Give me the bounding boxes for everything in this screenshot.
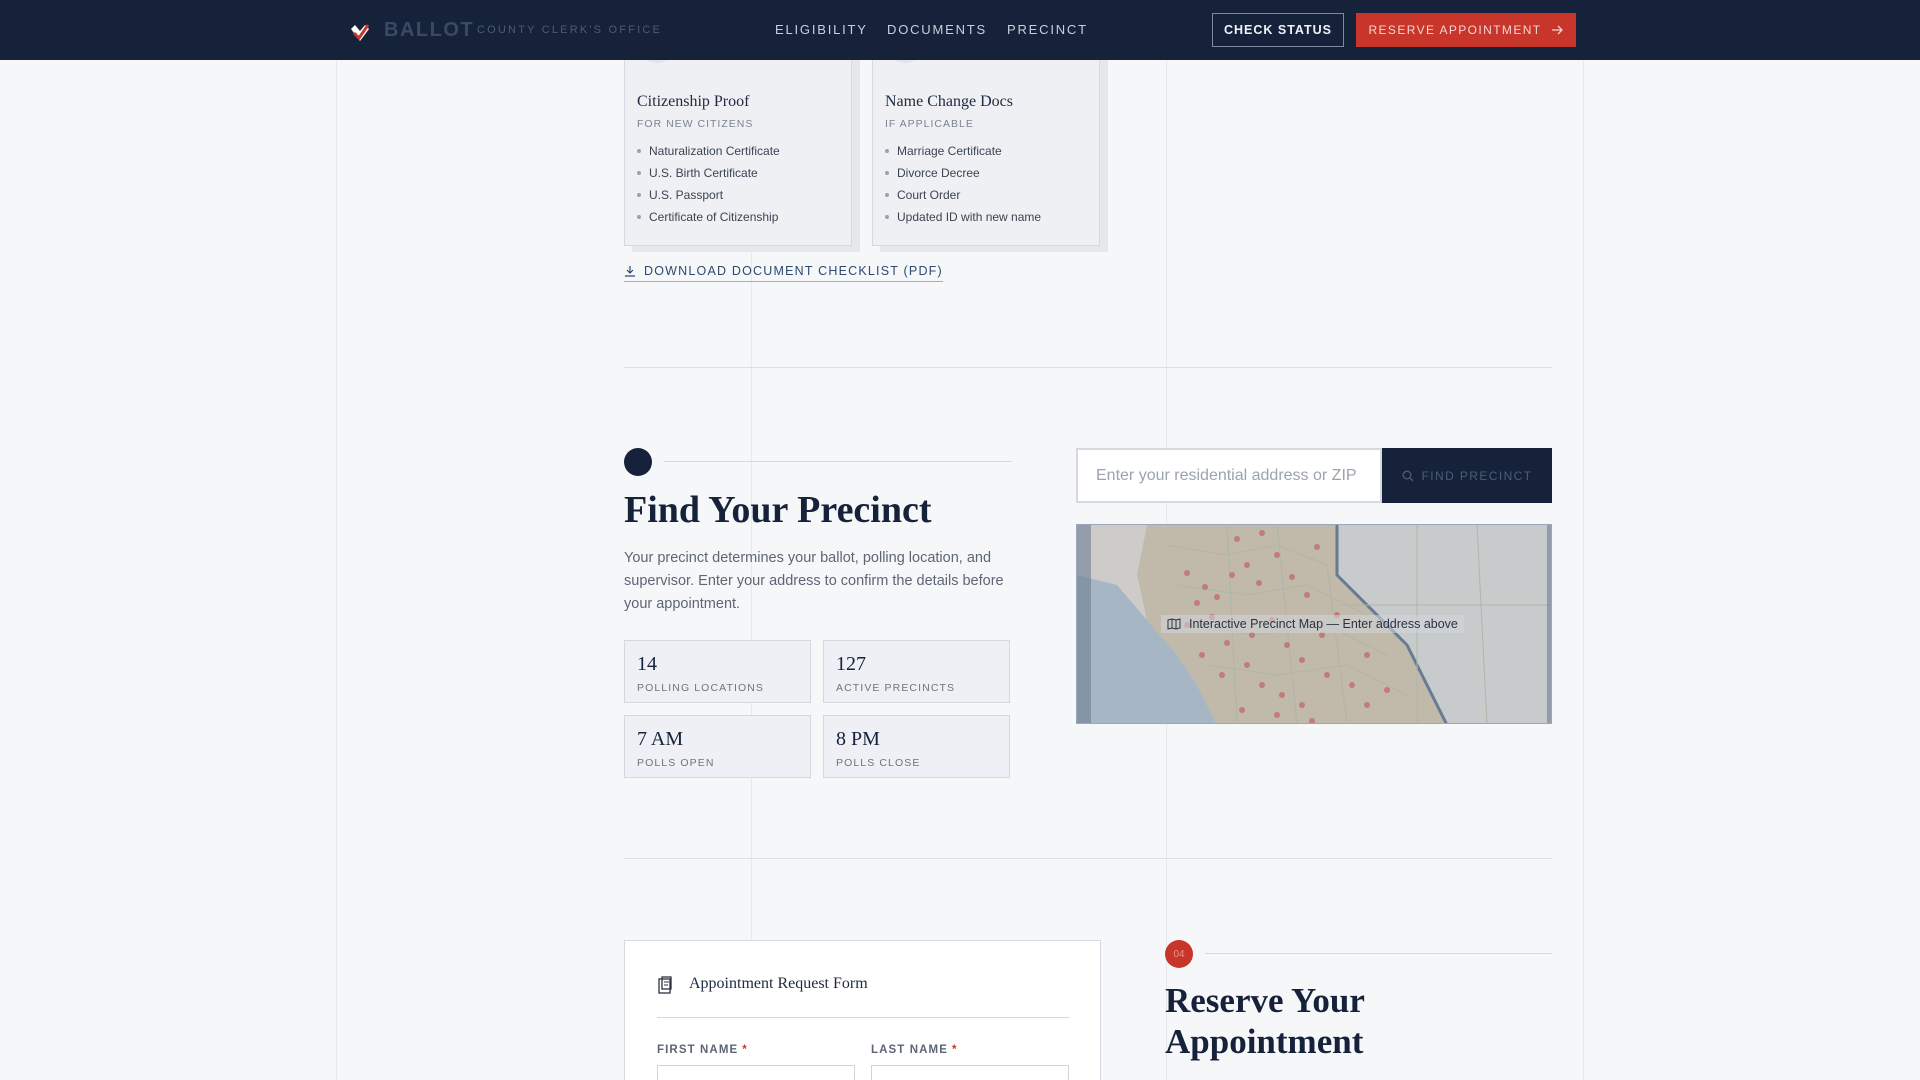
address-search-input[interactable] [1076,448,1382,503]
name-change-docs-card: Name Change Docs IF APPLICABLE Marriage … [872,23,1100,246]
grid-line [1583,0,1584,1080]
first-name-label-text: FIRST NAME [657,1044,739,1056]
last-name-field[interactable] [871,1065,1069,1080]
stat-value: 8 PM [836,728,880,750]
download-checklist-link[interactable]: DOWNLOAD DOCUMENT CHECKLIST (PDF) [624,264,943,282]
stat-value: 14 [637,653,657,675]
map-caption: Interactive Precinct Map — Enter address… [1161,615,1464,633]
brand-name[interactable]: BALLOT [384,19,474,42]
stat-active-precincts: 127 ACTIVE PRECINCTS [823,640,1010,703]
appointment-form: Appointment Request Form FIRST NAME * LAS… [624,940,1101,1080]
form-divider [657,1017,1070,1018]
list-item: Certificate of Citizenship [637,209,780,231]
arrow-right-icon [1551,25,1563,35]
first-name-field[interactable] [657,1065,855,1080]
precinct-description: Your precinct determines your ballot, po… [624,550,1004,612]
reserve-appointment-label: RESERVE APPOINTMENT [1368,23,1542,37]
stat-label: POLLS CLOSE [836,757,921,769]
map-icon [1167,618,1181,630]
check-status-button[interactable]: CHECK STATUS [1212,13,1344,47]
citizenship-proof-card: Citizenship Proof FOR NEW CITIZENS Natur… [624,23,852,246]
required-mark: * [951,1044,958,1056]
section-divider [624,858,1552,859]
stat-value: 127 [836,653,866,675]
stat-value: 7 AM [637,728,684,750]
stat-polling-locations: 14 POLLING LOCATIONS [624,640,811,703]
brand-subtitle: COUNTY CLERK'S OFFICE [477,24,663,36]
card-title: Name Change Docs [885,93,1013,110]
list-item: U.S. Birth Certificate [637,165,780,187]
list-item: U.S. Passport [637,187,780,209]
reserve-appointment-button[interactable]: RESERVE APPOINTMENT [1356,13,1576,47]
precinct-section-title: Find Your Precinct [624,489,932,531]
find-precinct-label: FIND PRECINCT [1421,468,1533,483]
required-mark: * [742,1044,748,1056]
form-title: Appointment Request Form [689,975,868,992]
map-caption-text: Interactive Precinct Map — Enter address… [1189,617,1458,631]
nav-documents[interactable]: DOCUMENTS [887,22,987,37]
stat-label: POLLS OPEN [637,757,715,769]
first-name-label: FIRST NAME * [657,1044,748,1056]
step-rule [664,461,1012,462]
step-number-badge: 04 [1165,940,1193,968]
stat-polls-open: 7 AM POLLS OPEN [624,715,811,778]
step-marker [624,448,652,476]
nav-eligibility[interactable]: ELIGIBILITY [775,22,868,37]
reserve-section-title: Reserve Your Appointment [1165,981,1365,1061]
document-list: Naturalization Certificate U.S. Birth Ce… [637,143,780,231]
list-item: Updated ID with new name [885,209,1041,231]
stat-label: ACTIVE PRECINCTS [836,682,956,694]
list-item: Court Order [885,187,1041,209]
last-name-label-text: LAST NAME [871,1044,948,1056]
download-checklist-label: DOWNLOAD DOCUMENT CHECKLIST (PDF) [644,264,943,278]
clipboard-icon [658,976,672,994]
stat-polls-close: 8 PM POLLS CLOSE [823,715,1010,778]
step-rule [1205,953,1552,954]
precinct-map[interactable]: Interactive Precinct Map — Enter address… [1076,524,1552,724]
search-icon [1402,470,1414,481]
download-icon [625,266,635,277]
document-list: Marriage Certificate Divorce Decree Cour… [885,143,1041,231]
top-navbar: BALLOT COUNTY CLERK'S OFFICE ELIGIBILITY… [0,0,1920,60]
list-item: Divorce Decree [885,165,1041,187]
nav-precinct[interactable]: PRECINCT [1007,22,1088,37]
stat-label: POLLING LOCATIONS [637,682,765,694]
list-item: Naturalization Certificate [637,143,780,165]
card-subtitle: IF APPLICABLE [885,118,974,130]
list-item: Marriage Certificate [885,143,1041,165]
last-name-label: LAST NAME * [871,1044,958,1056]
grid-line [336,0,337,1080]
find-precinct-button[interactable]: FIND PRECINCT [1382,448,1552,503]
ballot-logo-icon[interactable] [348,21,372,45]
section-divider [624,367,1552,368]
card-subtitle: FOR NEW CITIZENS [637,118,754,130]
card-title: Citizenship Proof [637,93,750,110]
